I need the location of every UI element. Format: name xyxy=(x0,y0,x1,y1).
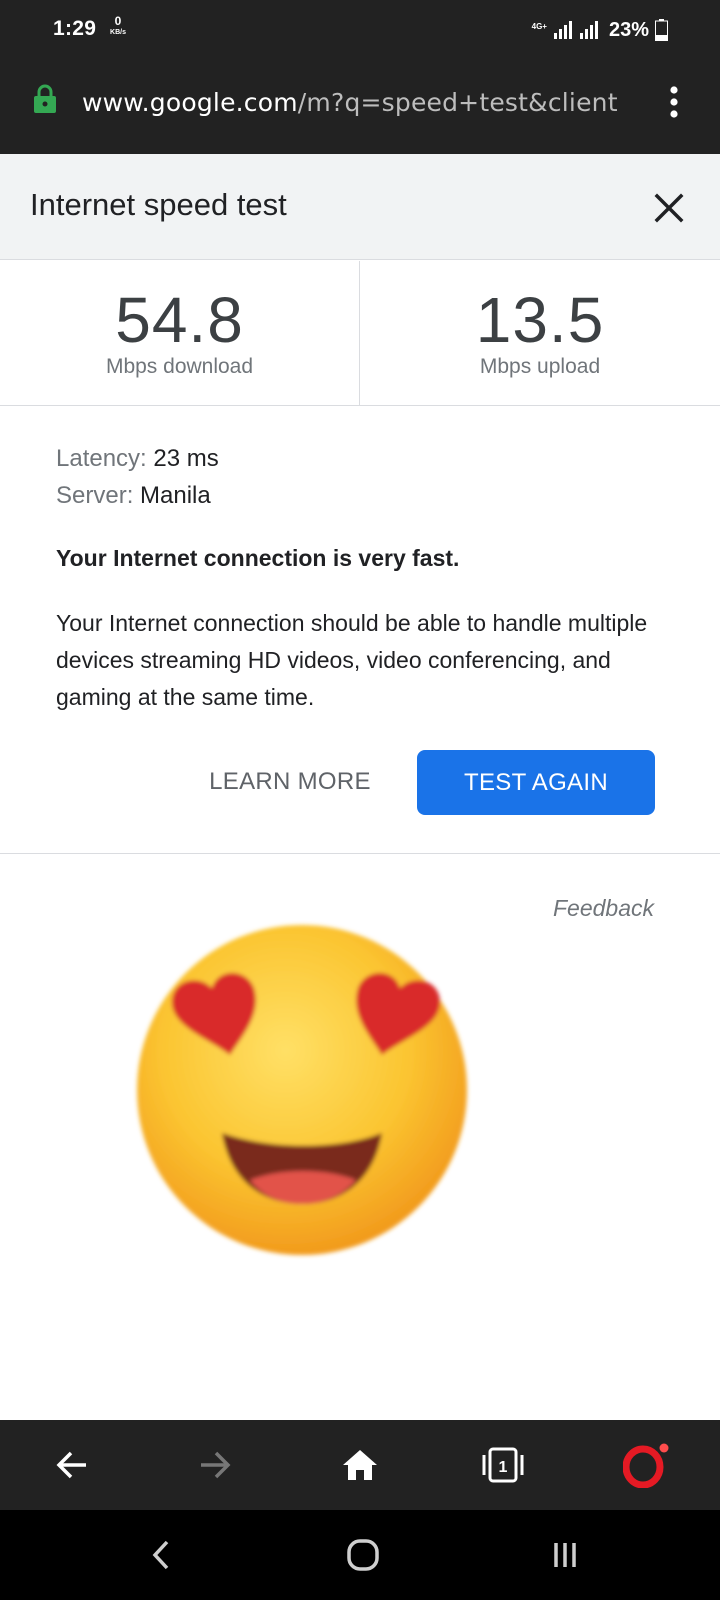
network-speed-indicator: 0 KB/s xyxy=(106,15,130,36)
nav-back-button[interactable] xyxy=(136,1532,186,1578)
browser-bottom-bar: 1 xyxy=(0,1420,720,1510)
upload-result: 13.5 Mbps upload xyxy=(360,261,720,406)
opera-logo-icon xyxy=(623,1443,669,1488)
tabs-icon: 1 xyxy=(482,1447,524,1483)
more-vert-icon[interactable] xyxy=(662,84,686,120)
connection-description: Your Internet connection should be able … xyxy=(56,610,648,710)
forward-arrow-icon xyxy=(201,1451,231,1479)
network-speed-value: 0 xyxy=(114,14,122,28)
heart-eyes-emoji-icon[interactable] xyxy=(130,918,475,1263)
home-button[interactable] xyxy=(335,1440,385,1490)
nav-home-button[interactable] xyxy=(338,1532,388,1578)
battery-percent: 23% xyxy=(608,18,649,41)
nav-back-icon xyxy=(152,1540,169,1570)
network-speed-unit: KB/s xyxy=(110,29,126,36)
lock-icon[interactable] xyxy=(33,84,57,114)
latency-line: Latency: 23 ms xyxy=(56,440,676,477)
server-label: Server: xyxy=(56,482,134,509)
nav-home-icon xyxy=(347,1539,379,1571)
back-button[interactable] xyxy=(47,1440,97,1490)
download-label: Mbps download xyxy=(105,355,254,378)
opera-menu-button[interactable] xyxy=(622,1440,672,1490)
upload-label: Mbps upload xyxy=(479,355,601,378)
tabs-button[interactable]: 1 xyxy=(478,1440,528,1490)
feedback-link[interactable]: Feedback xyxy=(553,895,654,922)
signal-strength-sim2-icon xyxy=(579,21,598,39)
speed-test-title: Internet speed test xyxy=(30,187,287,222)
status-time: 1:29 xyxy=(53,17,97,40)
nav-recents-icon xyxy=(554,1543,576,1567)
download-value: 54.8 xyxy=(115,284,244,356)
download-result: 54.8 Mbps download xyxy=(0,261,360,406)
close-icon[interactable] xyxy=(650,189,688,227)
test-again-button[interactable]: TEST AGAIN xyxy=(417,750,655,815)
status-bar: 1:29 0 KB/s 4G+ 23% xyxy=(0,0,720,60)
url-bar[interactable]: www.google.com/m?q=speed+test&client xyxy=(0,60,720,154)
tab-count: 1 xyxy=(499,1459,508,1476)
url-path: /m?q=speed+test&client xyxy=(297,88,618,117)
latency-value: 23 ms xyxy=(153,445,219,472)
forward-button[interactable] xyxy=(190,1440,240,1490)
back-arrow-icon xyxy=(56,1451,86,1479)
battery-icon xyxy=(655,19,668,41)
learn-more-button[interactable]: LEARN MORE xyxy=(185,752,395,812)
url-text[interactable]: www.google.com/m?q=speed+test&client xyxy=(82,88,642,117)
section-divider xyxy=(0,853,720,854)
url-host: www.google.com xyxy=(82,88,298,117)
upload-value: 13.5 xyxy=(475,284,605,356)
nav-recents-button[interactable] xyxy=(540,1532,590,1578)
home-icon xyxy=(343,1450,377,1480)
speed-test-header: Internet speed test xyxy=(0,154,720,260)
latency-label: Latency: xyxy=(56,445,147,472)
speed-results: 54.8 Mbps download 13.5 Mbps upload xyxy=(0,261,720,406)
server-value: Manila xyxy=(140,482,211,509)
status-icons: 4G+ 23% xyxy=(532,14,668,46)
connection-details: Latency: 23 ms Server: Manila xyxy=(56,440,676,514)
signal-strength-icon xyxy=(553,21,572,39)
system-navigation-bar xyxy=(0,1510,720,1600)
network-type: 4G+ xyxy=(531,22,547,31)
connection-verdict: Your Internet connection is very fast. xyxy=(56,545,460,571)
server-line: Server: Manila xyxy=(56,477,676,514)
